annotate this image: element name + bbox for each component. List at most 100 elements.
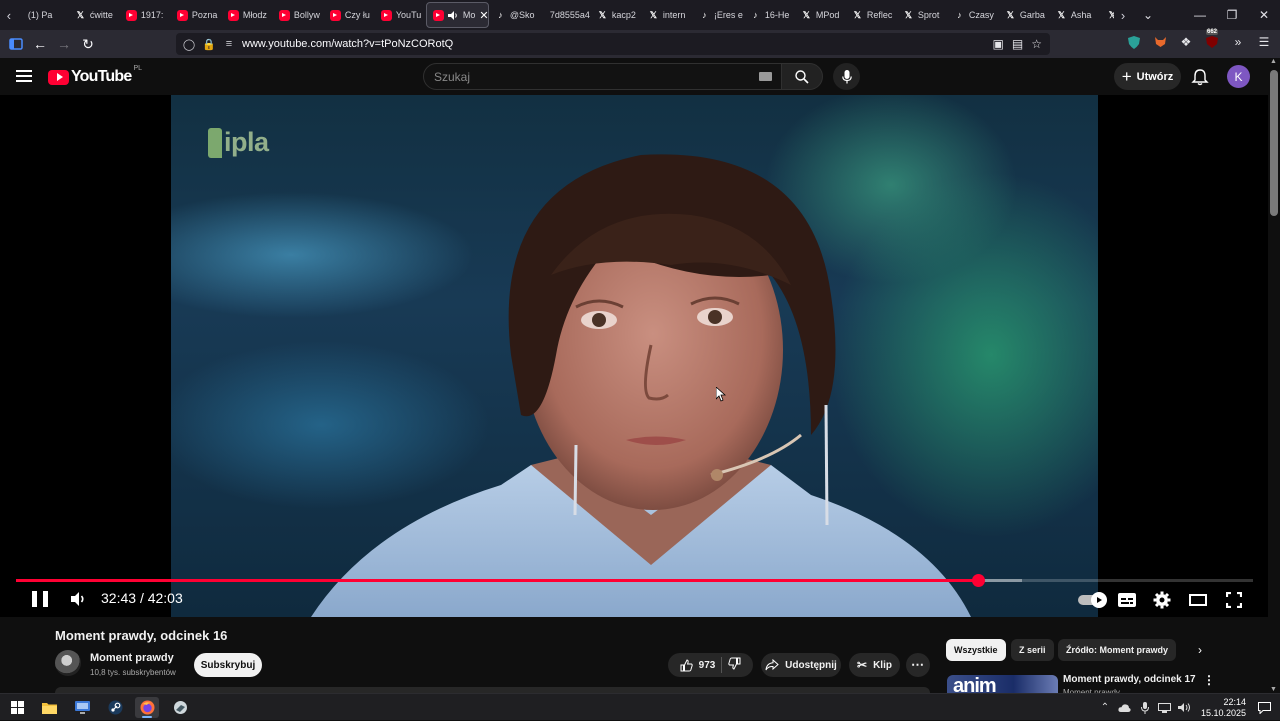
related-video-menu-icon[interactable]: ⋮ (1203, 673, 1215, 689)
create-button[interactable]: + Utwórz (1114, 63, 1181, 90)
video-player[interactable]: ipla 32:43 / 42:03 (0, 95, 1268, 617)
browser-tab[interactable]: Mo ✕ (425, 2, 489, 28)
browser-tab[interactable]: Młodz (222, 2, 273, 28)
close-window-icon[interactable]: ✕ (1248, 8, 1280, 22)
page-scrollbar[interactable]: ▲ ▼ (1268, 58, 1280, 693)
browser-tab[interactable]: ♪ @Sko (489, 2, 540, 28)
browser-tab[interactable]: Bollyw (273, 2, 324, 28)
bookmark-star-icon[interactable]: ☆ (1031, 37, 1042, 51)
minimize-icon[interactable]: — (1184, 8, 1216, 22)
browser-tab[interactable]: 𝕏 Asha (1050, 2, 1101, 28)
remote-desktop-icon[interactable] (70, 697, 94, 718)
notifications-icon[interactable] (1254, 698, 1274, 718)
browser-tab[interactable]: (1) Pa (18, 2, 69, 28)
forward-icon[interactable]: → (52, 32, 76, 56)
account-avatar[interactable]: K (1227, 65, 1250, 88)
notifications-bell-icon[interactable] (1190, 67, 1210, 87)
tray-overflow-icon[interactable]: ⌃ (1097, 700, 1113, 716)
reader-view-icon[interactable]: ▤ (1012, 37, 1023, 51)
browser-tab[interactable]: 𝕏ćwitte (69, 2, 120, 28)
network-icon[interactable] (1157, 700, 1173, 716)
url-text[interactable]: www.youtube.com/watch?v=tPoNzCORotQ (242, 38, 453, 50)
tabs-scroll-left-icon[interactable]: ‹ (0, 0, 18, 30)
browser-tab[interactable]: 𝕏Garb (1101, 2, 1114, 28)
search-button[interactable] (781, 63, 823, 90)
share-button[interactable]: Udostępnij (761, 653, 841, 677)
volume-tray-icon[interactable] (1177, 700, 1193, 716)
progress-bar[interactable] (16, 574, 1253, 587)
browser-tab[interactable]: 𝕏kacp2 (591, 2, 642, 28)
voice-search-button[interactable] (833, 63, 860, 90)
ublock-extension-icon[interactable]: 662 (1202, 29, 1222, 52)
browser-tab[interactable]: 1917: (120, 2, 171, 28)
firefox-icon[interactable] (135, 697, 159, 718)
x-favicon-icon: 𝕏 (1108, 9, 1115, 20)
file-explorer-icon[interactable] (37, 697, 61, 718)
browser-tab[interactable]: 𝕏 MPod (795, 2, 846, 28)
restore-icon[interactable]: ❐ (1216, 8, 1248, 22)
youtube-logo[interactable]: YouTube PL (48, 65, 142, 86)
app-menu-icon[interactable]: ☰ (1254, 32, 1274, 52)
permissions-icon[interactable]: ≡ (222, 38, 236, 50)
pinned-app-icon[interactable] (168, 697, 192, 718)
like-button[interactable]: 973 (680, 658, 715, 672)
settings-gear-icon[interactable] (1150, 588, 1174, 612)
back-icon[interactable]: ← (28, 32, 52, 56)
steam-icon[interactable] (103, 697, 127, 718)
onedrive-cloud-icon[interactable] (1117, 700, 1133, 716)
system-clock[interactable]: 22:14 15.10.2025 (1201, 697, 1246, 719)
tabs-scroll-right-icon[interactable]: › (1114, 0, 1132, 30)
channel-avatar[interactable] (55, 650, 81, 676)
related-video-thumbnail[interactable]: anim (947, 675, 1058, 693)
clip-button[interactable]: ✂ Klip (849, 653, 900, 677)
chip-all[interactable]: Wszystkie (946, 639, 1006, 661)
scrollbar-thumb[interactable] (1270, 70, 1278, 216)
chips-next-icon[interactable]: › (1190, 640, 1210, 660)
chip-series[interactable]: Z serii (1011, 639, 1054, 661)
browser-tab[interactable]: 𝕏 Garba (999, 2, 1050, 28)
fullscreen-icon[interactable] (1222, 588, 1246, 612)
browser-tab[interactable]: ♪ ¡Eres e (693, 2, 744, 28)
windows-start-icon[interactable] (5, 697, 29, 718)
browser-tab[interactable]: ♪ Czasy (948, 2, 999, 28)
chip-source[interactable]: Źródło: Moment prawdy (1058, 639, 1176, 661)
tracking-protection-icon[interactable]: ◯ (182, 38, 196, 51)
scroll-up-icon[interactable]: ▲ (1270, 58, 1277, 65)
microphone-tray-icon[interactable] (1137, 700, 1153, 716)
volume-icon[interactable] (69, 590, 87, 608)
browser-tab[interactable]: 𝕏 Reflec (846, 2, 897, 28)
more-tools-icon[interactable]: » (1228, 32, 1248, 52)
tab-list-dropdown-icon[interactable]: ⌄ (1132, 8, 1164, 22)
related-video-title[interactable]: Moment prawdy, odcinek 17 (1063, 674, 1196, 685)
dislike-button[interactable] (728, 657, 741, 673)
search-input[interactable] (434, 69, 734, 84)
browser-tab[interactable]: YouTu (375, 2, 426, 28)
extensions-puzzle-icon[interactable]: ❖ (1176, 32, 1196, 52)
pause-icon[interactable] (32, 591, 48, 607)
sidebar-toggle-icon[interactable] (4, 32, 28, 56)
scroll-down-icon[interactable]: ▼ (1270, 686, 1277, 693)
guide-menu-icon[interactable] (16, 70, 32, 82)
keyboard-icon[interactable] (759, 72, 772, 81)
video-frame[interactable]: ipla (171, 95, 1098, 617)
browser-tab[interactable]: ♪ 16-He (744, 2, 795, 28)
lock-icon[interactable]: 🔒 (202, 38, 216, 51)
browser-tab[interactable]: Czy łu (324, 2, 375, 28)
autoplay-toggle[interactable] (1074, 588, 1107, 612)
subtitles-icon[interactable] (1115, 588, 1139, 612)
subscribe-button[interactable]: Subskrybuj (194, 653, 262, 677)
more-actions-button[interactable]: ⋯ (906, 653, 930, 677)
shield-extension-icon[interactable] (1124, 32, 1144, 52)
channel-name[interactable]: Moment prawdy (90, 652, 174, 664)
theater-mode-icon[interactable] (1186, 588, 1210, 612)
picture-in-picture-icon[interactable]: ▣ (993, 37, 1004, 51)
browser-tab[interactable]: Pozna (171, 2, 222, 28)
browser-tab[interactable]: 𝕏 Sprot (897, 2, 948, 28)
reload-icon[interactable]: ↻ (76, 32, 100, 56)
browser-tab[interactable]: 7d8555a4 (540, 2, 591, 28)
tab-close-icon[interactable]: ✕ (479, 9, 487, 22)
address-bar[interactable]: ◯ 🔒 ≡ www.youtube.com/watch?v=tPoNzCORot… (176, 33, 1050, 55)
browser-tab[interactable]: 𝕏intern (642, 2, 693, 28)
tab-audio-icon[interactable] (447, 10, 459, 21)
fox-extension-icon[interactable] (1150, 32, 1170, 52)
